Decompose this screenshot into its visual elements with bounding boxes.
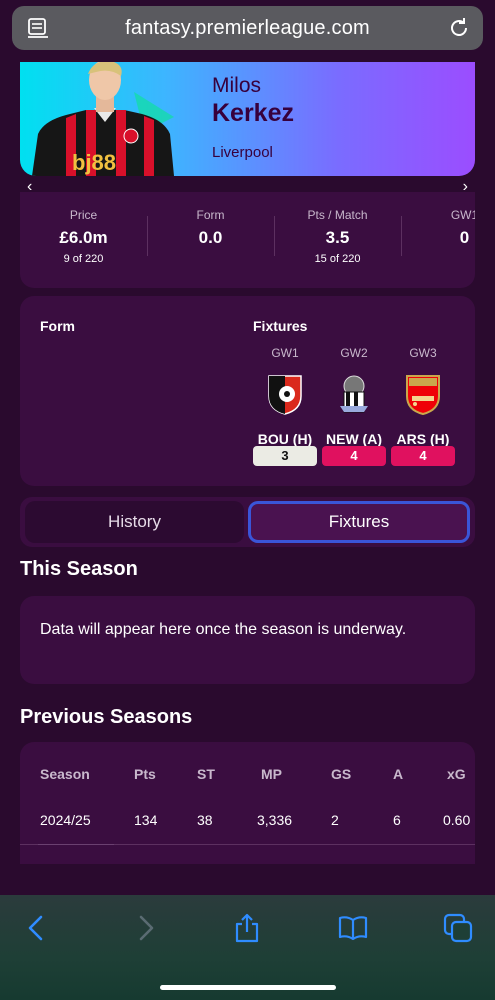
column-header-mp[interactable]: MP <box>261 766 282 782</box>
stat-form: Form 0.0 <box>147 208 274 253</box>
bournemouth-badge-icon <box>268 375 302 415</box>
address-bar[interactable]: fantasy.premierleague.com <box>12 6 483 50</box>
history-fixtures-tabs: History Fixtures <box>20 497 475 547</box>
table-cell-pts: 134 <box>134 812 158 828</box>
stat-value: 3.5 <box>325 228 350 247</box>
stat-gw1: GW1 0 <box>401 208 475 253</box>
table-cell-xg: 0.60 <box>443 812 471 828</box>
fixture-gw1[interactable]: GW1 BOU (H) <box>253 346 317 447</box>
newcastle-badge-icon <box>340 375 368 413</box>
fixture-difficulty-gw1: 3 <box>253 446 317 466</box>
stat-price: Price £6.0m 9 of 220 <box>20 208 147 265</box>
player-first-name: Milos <box>212 74 262 97</box>
stat-label: Form <box>196 208 225 222</box>
fixture-gw2[interactable]: GW2 NEW (A) <box>322 346 386 447</box>
player-card: bj88 Milos Kerkez Liverpool <box>20 62 475 176</box>
fixture-difficulty-gw3: 4 <box>391 446 455 466</box>
table-cell-st: 38 <box>197 812 213 828</box>
stat-value: £6.0m <box>59 228 108 247</box>
stat-pts-per-match: Pts / Match 3.5 15 of 220 <box>274 208 401 265</box>
previous-seasons-table: Season Pts ST MP GS A xG 2024/25 134 38 … <box>20 742 475 864</box>
fixtures-title: Fixtures <box>253 318 308 334</box>
column-header-a[interactable]: A <box>393 766 403 782</box>
back-icon[interactable] <box>22 913 52 943</box>
previous-seasons-title: Previous Seasons <box>20 706 193 728</box>
stat-label: Pts / Match <box>307 208 368 222</box>
reload-icon[interactable] <box>447 16 471 40</box>
form-title: Form <box>40 318 75 334</box>
player-club: Liverpool <box>212 144 273 161</box>
table-cell-gs: 2 <box>331 812 339 828</box>
stat-rank: 15 of 220 <box>314 253 361 265</box>
fixture-gameweek: GW2 <box>340 346 368 360</box>
bookmarks-icon[interactable] <box>338 913 368 943</box>
fixture-gameweek: GW3 <box>409 346 437 360</box>
column-header-gs[interactable]: GS <box>331 766 351 782</box>
player-photo: bj88 <box>32 62 174 176</box>
fixture-gameweek: GW1 <box>271 346 299 360</box>
row-divider <box>38 844 114 845</box>
stat-value: 0.0 <box>198 228 223 247</box>
stat-value: 0 <box>459 228 470 247</box>
stat-label: Price <box>69 208 98 222</box>
form-fixtures-card: Form Fixtures GW1 BOU (H) GW2 NEW (A) GW… <box>20 296 475 486</box>
tab-fixtures[interactable]: Fixtures <box>248 501 470 543</box>
player-last-name: Kerkez <box>212 99 294 127</box>
fixture-gw3[interactable]: GW3 ARS (H) <box>391 346 455 447</box>
table-cell-mp: 3,336 <box>257 812 293 828</box>
fixture-opponent: NEW (A) <box>326 431 382 447</box>
shirt-sponsor: bj88 <box>72 150 116 175</box>
table-cell-season: 2024/25 <box>40 812 91 828</box>
stat-rank: 9 of 220 <box>63 253 104 265</box>
column-header-st[interactable]: ST <box>197 766 215 782</box>
fixture-opponent: ARS (H) <box>396 431 450 447</box>
home-indicator <box>160 985 336 990</box>
reader-icon[interactable] <box>26 16 50 40</box>
fixture-difficulty-gw2: 4 <box>322 446 386 466</box>
this-season-empty-message: Data will appear here once the season is… <box>20 596 475 684</box>
browser-top-bar: fantasy.premierleague.com <box>0 0 495 62</box>
forward-icon[interactable] <box>130 913 160 943</box>
column-header-season[interactable]: Season <box>40 766 90 782</box>
share-icon[interactable] <box>232 913 262 943</box>
arsenal-badge-icon <box>406 375 440 416</box>
url-text[interactable]: fantasy.premierleague.com <box>125 17 370 40</box>
tab-history[interactable]: History <box>25 501 244 543</box>
fixture-opponent: BOU (H) <box>257 431 313 447</box>
tabs-icon[interactable] <box>443 913 473 943</box>
column-header-xg[interactable]: xG <box>447 766 466 782</box>
stat-label: GW1 <box>450 208 475 222</box>
player-stats-strip: Price £6.0m 9 of 220 Form 0.0 Pts / Matc… <box>20 192 475 288</box>
this-season-title: This Season <box>20 558 138 580</box>
table-cell-a: 6 <box>393 812 401 828</box>
column-header-pts[interactable]: Pts <box>134 766 156 782</box>
